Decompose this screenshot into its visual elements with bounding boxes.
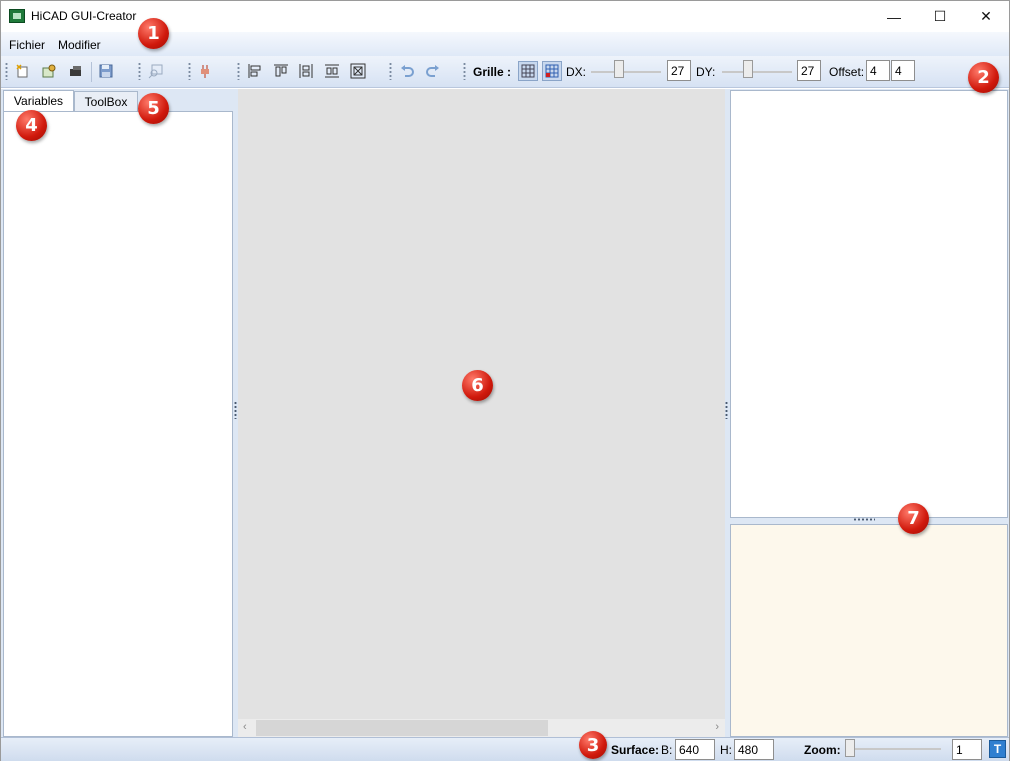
toolbar-grip[interactable] xyxy=(138,62,141,80)
callout-badge-7: 7 xyxy=(898,503,929,534)
callout-badge-5: 5 xyxy=(138,93,169,124)
dy-slider[interactable] xyxy=(722,71,792,73)
window-title: HiCAD GUI-Creator xyxy=(31,9,137,23)
toolbar: Grille : DX: 27 DY: 27 Offset: 4 4 xyxy=(1,56,1009,88)
dx-slider-thumb[interactable] xyxy=(614,60,624,78)
callout-badge-2: 2 xyxy=(968,62,999,93)
horizontal-scrollbar[interactable]: ‹ › xyxy=(238,719,725,737)
maximize-button[interactable]: ☐ xyxy=(917,1,963,32)
align-top-icon[interactable] xyxy=(273,63,289,79)
dy-label: DY: xyxy=(696,65,716,79)
app-logo-icon xyxy=(9,9,25,23)
splitter-grip[interactable] xyxy=(234,401,237,419)
menu-modifier[interactable]: Modifier xyxy=(58,38,101,52)
app-window: HiCAD GUI-Creator — ☐ ✕ Fichier Modifier xyxy=(0,0,1010,761)
scrollbar-thumb[interactable] xyxy=(256,720,548,736)
callout-badge-1: 1 xyxy=(138,18,169,49)
zoom-label: Zoom: xyxy=(804,743,841,757)
scroll-right-icon[interactable]: › xyxy=(715,721,719,733)
open-icon[interactable] xyxy=(41,63,57,79)
align-left-icon[interactable] xyxy=(247,63,263,79)
variables-tree[interactable] xyxy=(3,111,233,737)
minimize-button[interactable]: — xyxy=(871,1,917,32)
save-icon[interactable] xyxy=(98,63,114,79)
close-icon: ✕ xyxy=(980,8,992,24)
text-mode-button[interactable]: T xyxy=(989,740,1006,758)
splitter-grip[interactable] xyxy=(725,401,728,419)
redo-icon[interactable] xyxy=(425,63,441,79)
toolbar-grip[interactable] xyxy=(237,62,240,80)
dx-slider[interactable] xyxy=(591,71,661,73)
maximize-icon: ☐ xyxy=(933,8,947,24)
offset-x-field[interactable]: 4 xyxy=(866,60,890,81)
distribute-horizontal-icon[interactable] xyxy=(298,63,314,79)
grid-icon[interactable] xyxy=(518,61,538,81)
surface-height-field[interactable]: 480 xyxy=(734,739,774,760)
dy-slider-thumb[interactable] xyxy=(743,60,753,78)
snap-grid-icon[interactable] xyxy=(542,61,562,81)
menu-fichier[interactable]: Fichier xyxy=(9,38,45,52)
toolbar-separator xyxy=(91,62,92,82)
toolbar-grip[interactable] xyxy=(5,62,8,80)
plugin-icon[interactable] xyxy=(197,63,213,79)
close-button[interactable]: ✕ xyxy=(963,1,1009,32)
preview-icon[interactable] xyxy=(148,63,164,79)
tab-variables[interactable]: Variables xyxy=(3,90,74,112)
zoom-value-field[interactable]: 1 xyxy=(952,739,982,760)
dx-value-field[interactable]: 27 xyxy=(667,60,691,81)
callout-badge-3: 3 xyxy=(579,731,607,759)
object-list-panel[interactable] xyxy=(730,90,1008,518)
surface-label: Surface: xyxy=(611,743,660,757)
left-panel: Variables ToolBox xyxy=(1,89,234,737)
minimize-icon: — xyxy=(887,8,901,25)
zoom-slider[interactable] xyxy=(846,748,941,750)
zoom-slider-thumb[interactable] xyxy=(845,739,855,757)
dx-label: DX: xyxy=(566,65,587,79)
status-bar: Surface: B: 640 H: 480 Zoom: 1 T xyxy=(1,737,1009,761)
horizontal-splitter-grip[interactable] xyxy=(853,518,875,521)
properties-panel[interactable] xyxy=(730,524,1008,737)
right-panel xyxy=(729,89,1009,737)
toolbar-grip[interactable] xyxy=(463,62,466,80)
surface-h-label: H: xyxy=(720,743,732,757)
surface-b-label: B: xyxy=(661,743,673,757)
import-icon[interactable] xyxy=(68,63,84,79)
surface-width-field[interactable]: 640 xyxy=(675,739,715,760)
offset-y-field[interactable]: 4 xyxy=(891,60,915,81)
distribute-vertical-icon[interactable] xyxy=(324,63,340,79)
center-icon[interactable] xyxy=(350,63,366,79)
new-icon[interactable] xyxy=(15,63,31,79)
callout-badge-4: 4 xyxy=(16,110,47,141)
toolbar-grip[interactable] xyxy=(188,62,191,80)
undo-icon[interactable] xyxy=(399,63,415,79)
toolbar-grip[interactable] xyxy=(389,62,392,80)
offset-label: Offset: xyxy=(829,65,865,79)
grille-label: Grille : xyxy=(473,65,512,79)
callout-badge-6: 6 xyxy=(462,370,493,401)
scroll-left-icon[interactable]: ‹ xyxy=(243,721,247,733)
tab-toolbox[interactable]: ToolBox xyxy=(74,91,138,112)
design-canvas[interactable] xyxy=(238,89,725,737)
dy-value-field[interactable]: 27 xyxy=(797,60,821,81)
